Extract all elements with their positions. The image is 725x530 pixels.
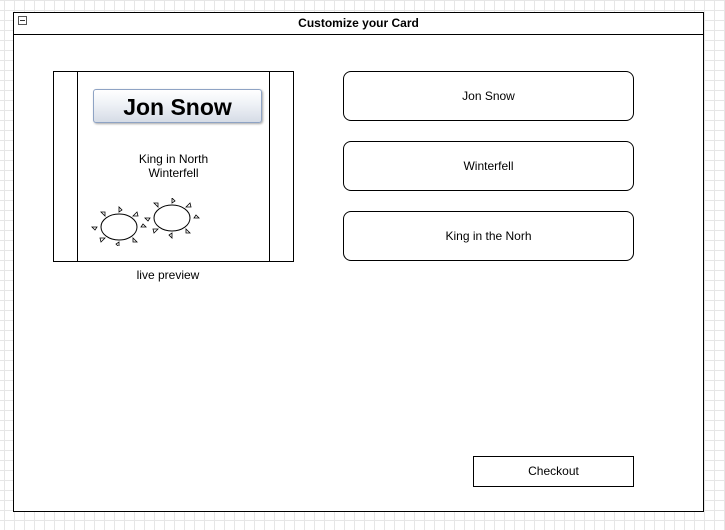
card-line-title: King in North [138, 152, 209, 166]
window-titlebar: Customize your Card [14, 13, 703, 35]
title-input-value: King in the Norh [445, 229, 532, 243]
sun-icon-pair [91, 198, 200, 246]
name-input[interactable]: Jon Snow [343, 71, 634, 121]
card-live-preview: Jon Snow King in North Winterfell [53, 71, 294, 262]
checkout-button[interactable]: Checkout [473, 456, 634, 487]
title-input[interactable]: King in the Norh [343, 211, 634, 261]
name-input-value: Jon Snow [462, 89, 515, 103]
checkout-button-label: Checkout [528, 464, 579, 478]
window-title: Customize your Card [298, 16, 419, 30]
card-line-place: Winterfell [148, 166, 199, 180]
preview-right-divider [269, 72, 270, 261]
card-name-banner: Jon Snow [93, 89, 262, 123]
card-name-text: Jon Snow [123, 94, 232, 120]
place-input[interactable]: Winterfell [343, 141, 634, 191]
place-input-value: Winterfell [463, 159, 514, 173]
sun-icon [91, 206, 147, 246]
sun-icon [144, 198, 200, 239]
preview-caption: live preview [136, 268, 200, 282]
